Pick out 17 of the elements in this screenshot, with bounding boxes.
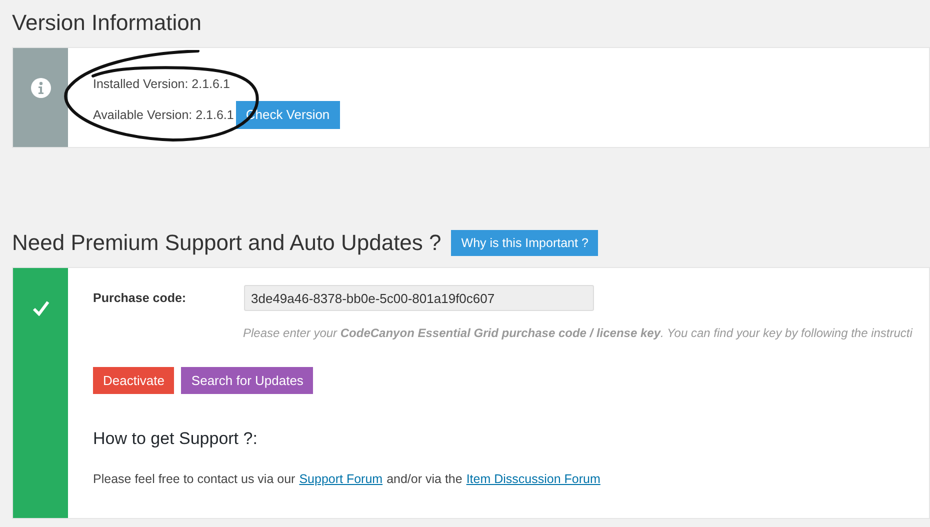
available-version: Available Version: 2.1.6.1 [93, 106, 234, 124]
search-updates-button[interactable]: Search for Updates [181, 367, 314, 394]
why-important-button[interactable]: Why is this Important ? [451, 230, 598, 256]
section-title: Version Information [12, 9, 202, 37]
purchase-code-label: Purchase code: [93, 290, 188, 307]
section-title: Need Premium Support and Auto Updates ? [12, 229, 442, 257]
help-text: and/or via the [386, 470, 462, 488]
help-text: Please feel free to contact us via our [93, 470, 296, 488]
deactivate-button[interactable]: Deactivate [93, 367, 174, 394]
info-icon [30, 78, 50, 98]
check-icon [32, 300, 50, 316]
hint-text: Please enter your CodeCanyon Essential Grid purchase code / license key. You can find your key by following the instructi [243, 325, 912, 342]
purchase-code-field[interactable]: 3de49a46-8378-bb0e-5c00-801a19f0c607 [244, 285, 594, 311]
help-title: How to get Support ?: [93, 428, 258, 450]
item-discussion-forum-link[interactable]: Item Disscussion Forum [466, 470, 600, 488]
support-forum-link[interactable]: Support Forum [299, 470, 383, 488]
installed-version: Installed Version: 2.1.6.1 [93, 76, 230, 93]
